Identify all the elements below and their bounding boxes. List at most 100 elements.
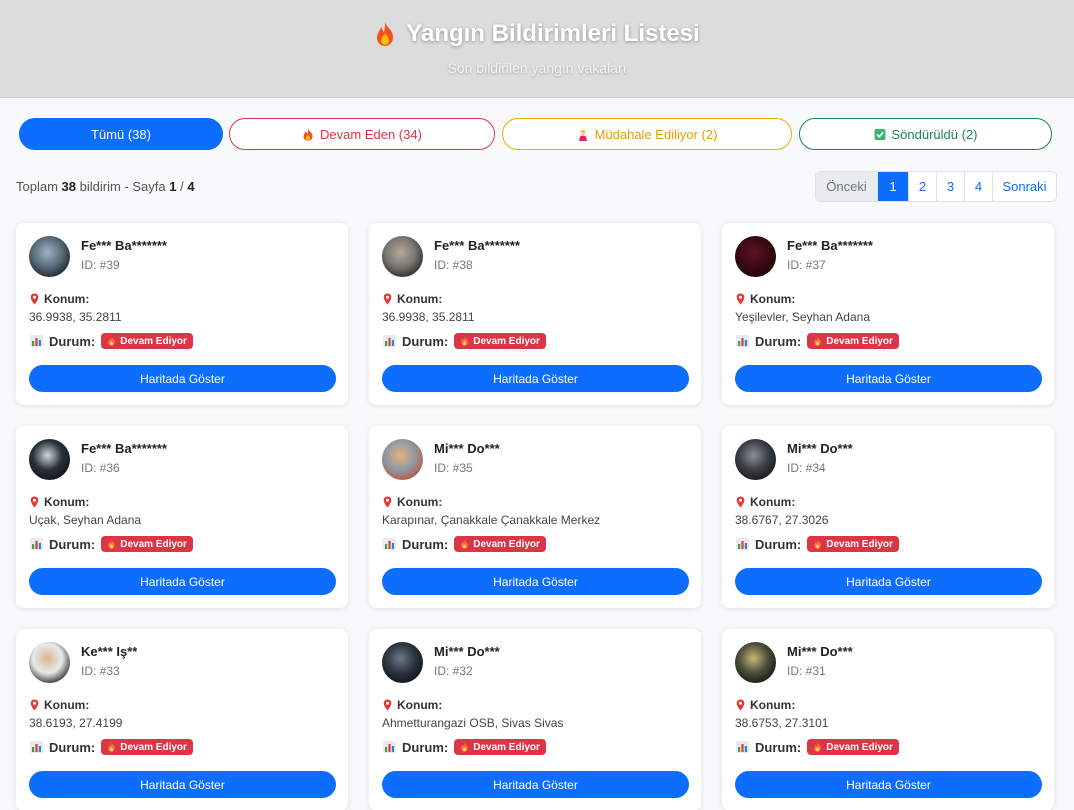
location-label-row: Konum:: [30, 698, 89, 712]
reporter-avatar: [735, 439, 776, 480]
fire-icon: [461, 336, 469, 346]
status-badge-label: Devam Ediyor: [120, 538, 187, 550]
location-value: 36.9938, 35.2811: [382, 310, 475, 324]
fire-icon: [461, 539, 469, 549]
bar-chart-icon: [383, 741, 396, 753]
status-label: Durum:: [755, 536, 802, 552]
pin-icon: [30, 496, 39, 508]
location-label: Konum:: [44, 698, 90, 712]
reporter-name: Fe*** Ba*******: [434, 238, 520, 253]
status-badge: Devam Ediyor: [807, 536, 899, 552]
status-label: Durum:: [755, 739, 802, 755]
show-on-map-button[interactable]: Haritada Göster: [29, 771, 336, 798]
status-badge: Devam Ediyor: [454, 333, 546, 349]
pagination-page-1[interactable]: 1: [877, 172, 908, 201]
check-box-icon: [874, 128, 885, 140]
reporter-avatar: [29, 642, 70, 683]
location-value: Yeşilevler, Seyhan Adana: [735, 310, 870, 324]
location-label: Konum:: [397, 292, 443, 306]
avatar-photo: [29, 642, 70, 683]
report-id: ID: #37: [787, 258, 826, 272]
pagination-page-3[interactable]: 3: [936, 172, 964, 201]
filter-ongoing-button[interactable]: Devam Eden (34): [229, 118, 495, 150]
summary-pages: 4: [187, 179, 195, 194]
reporter-avatar: [382, 439, 423, 480]
fire-icon: [108, 336, 116, 346]
reporter-avatar: [29, 236, 70, 277]
avatar-photo: [29, 236, 70, 277]
page-subtitle: Son bildirilen yangın vakaları: [447, 60, 627, 76]
report-id: ID: #36: [81, 461, 120, 475]
location-value: 38.6193, 27.4199: [29, 716, 123, 730]
location-value: Uçak, Seyhan Adana: [29, 513, 142, 527]
status-badge-label: Devam Ediyor: [120, 335, 187, 347]
report-id: ID: #33: [81, 664, 120, 678]
report-id: ID: #38: [434, 258, 473, 272]
status-label: Durum:: [402, 739, 449, 755]
summary-page: 1: [169, 179, 177, 194]
report-id: ID: #31: [787, 664, 826, 678]
report-card: Mi*** Do*** ID: #35 Konum: Karapınar, Ça…: [369, 426, 701, 608]
show-on-map-button[interactable]: Haritada Göster: [29, 365, 336, 392]
reporter-avatar: [735, 236, 776, 277]
bar-chart-icon: [736, 538, 749, 550]
filter-responding-button[interactable]: Müdahale Ediliyor (2): [502, 118, 792, 150]
filter-all-button[interactable]: Tümü (38): [19, 118, 223, 150]
show-on-map-button[interactable]: Haritada Göster: [735, 568, 1042, 595]
location-label-row: Konum:: [383, 698, 442, 712]
status-badge-label: Devam Ediyor: [473, 335, 540, 347]
location-value: 38.6767, 27.3026: [735, 513, 829, 527]
location-label-row: Konum:: [383, 292, 442, 306]
show-on-map-button[interactable]: Haritada Göster: [382, 568, 689, 595]
show-on-map-button[interactable]: Haritada Göster: [735, 365, 1042, 392]
location-label-row: Konum:: [736, 698, 795, 712]
location-label-row: Konum:: [736, 292, 795, 306]
pagination-page-2[interactable]: 2: [908, 172, 936, 201]
status-badge-label: Devam Ediyor: [473, 538, 540, 550]
location-label: Konum:: [44, 292, 90, 306]
filter-done-button[interactable]: Söndürüldü (2): [799, 118, 1052, 150]
pagination-page-4[interactable]: 4: [964, 172, 992, 201]
filter-ongoing-label: Devam Eden (34): [320, 126, 422, 142]
status-row: Durum: Devam Ediyor: [383, 536, 546, 552]
filter-bar: Tümü (38) Devam Eden (34) Müdahale Edili…: [19, 118, 1052, 150]
avatar-photo: [735, 439, 776, 480]
fire-icon: [814, 336, 822, 346]
pin-icon: [383, 496, 392, 508]
show-on-map-button[interactable]: Haritada Göster: [382, 771, 689, 798]
page-header: Yangın Bildirimleri Listesi Son bildiril…: [0, 0, 1074, 98]
status-badge: Devam Ediyor: [101, 333, 193, 349]
location-label: Konum:: [397, 495, 443, 509]
report-id: ID: #34: [787, 461, 826, 475]
status-badge: Devam Ediyor: [101, 536, 193, 552]
bar-chart-icon: [736, 741, 749, 753]
show-on-map-button[interactable]: Haritada Göster: [382, 365, 689, 392]
show-on-map-button[interactable]: Haritada Göster: [29, 568, 336, 595]
show-on-map-button[interactable]: Haritada Göster: [735, 771, 1042, 798]
status-row: Durum: Devam Ediyor: [30, 536, 193, 552]
location-label: Konum:: [750, 495, 796, 509]
bar-chart-icon: [383, 335, 396, 347]
report-card: Mi*** Do*** ID: #31 Konum: 38.6753, 27.3…: [722, 629, 1054, 810]
report-id: ID: #39: [81, 258, 120, 272]
report-card: Mi*** Do*** ID: #32 Konum: Ahmetturangaz…: [369, 629, 701, 810]
pagination-prev[interactable]: Önceki: [816, 172, 877, 201]
reporter-avatar: [382, 642, 423, 683]
summary-mid: bildirim - Sayfa: [79, 179, 166, 194]
report-card: Fe*** Ba******* ID: #36 Konum: Uçak, Sey…: [16, 426, 348, 608]
bar-chart-icon: [30, 335, 43, 347]
avatar-photo: [735, 642, 776, 683]
location-label-row: Konum:: [383, 495, 442, 509]
location-label: Konum:: [397, 698, 443, 712]
fire-icon: [461, 742, 469, 752]
location-value: 38.6753, 27.3101: [735, 716, 829, 730]
status-row: Durum: Devam Ediyor: [736, 536, 899, 552]
fire-icon: [814, 742, 822, 752]
filter-done-label: Söndürüldü (2): [891, 126, 978, 142]
status-row: Durum: Devam Ediyor: [30, 333, 193, 349]
fire-icon: [814, 539, 822, 549]
pagination-next[interactable]: Sonraki: [992, 172, 1056, 201]
pin-icon: [383, 699, 392, 711]
location-label-row: Konum:: [30, 292, 89, 306]
status-row: Durum: Devam Ediyor: [736, 739, 899, 755]
